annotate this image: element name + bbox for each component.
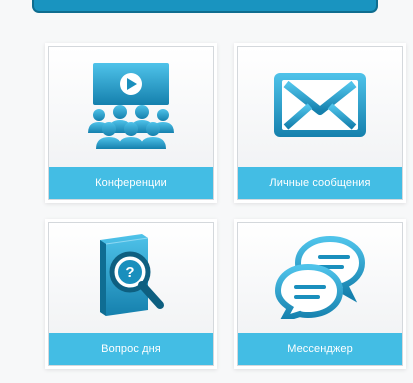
question-book-icon: ? bbox=[86, 230, 176, 327]
chat-bubbles-icon bbox=[272, 233, 368, 324]
tile-question-of-day[interactable]: ? Вопрос дня bbox=[48, 222, 214, 366]
video-conference-icon bbox=[81, 59, 181, 156]
tile-label-private-messages: Личные сообщения bbox=[238, 167, 402, 199]
tile-conferences[interactable]: Конференции bbox=[48, 46, 214, 200]
tile-messenger[interactable]: Мессенджер bbox=[237, 222, 403, 366]
tile-label-messenger: Мессенджер bbox=[238, 333, 402, 365]
top-header-bar bbox=[32, 0, 378, 13]
envelope-icon bbox=[270, 69, 370, 146]
tile-private-messages[interactable]: Личные сообщения bbox=[237, 46, 403, 200]
svg-text:?: ? bbox=[125, 264, 134, 281]
tile-label-conferences: Конференции bbox=[49, 167, 213, 199]
tile-label-question-of-day: Вопрос дня bbox=[49, 333, 213, 365]
